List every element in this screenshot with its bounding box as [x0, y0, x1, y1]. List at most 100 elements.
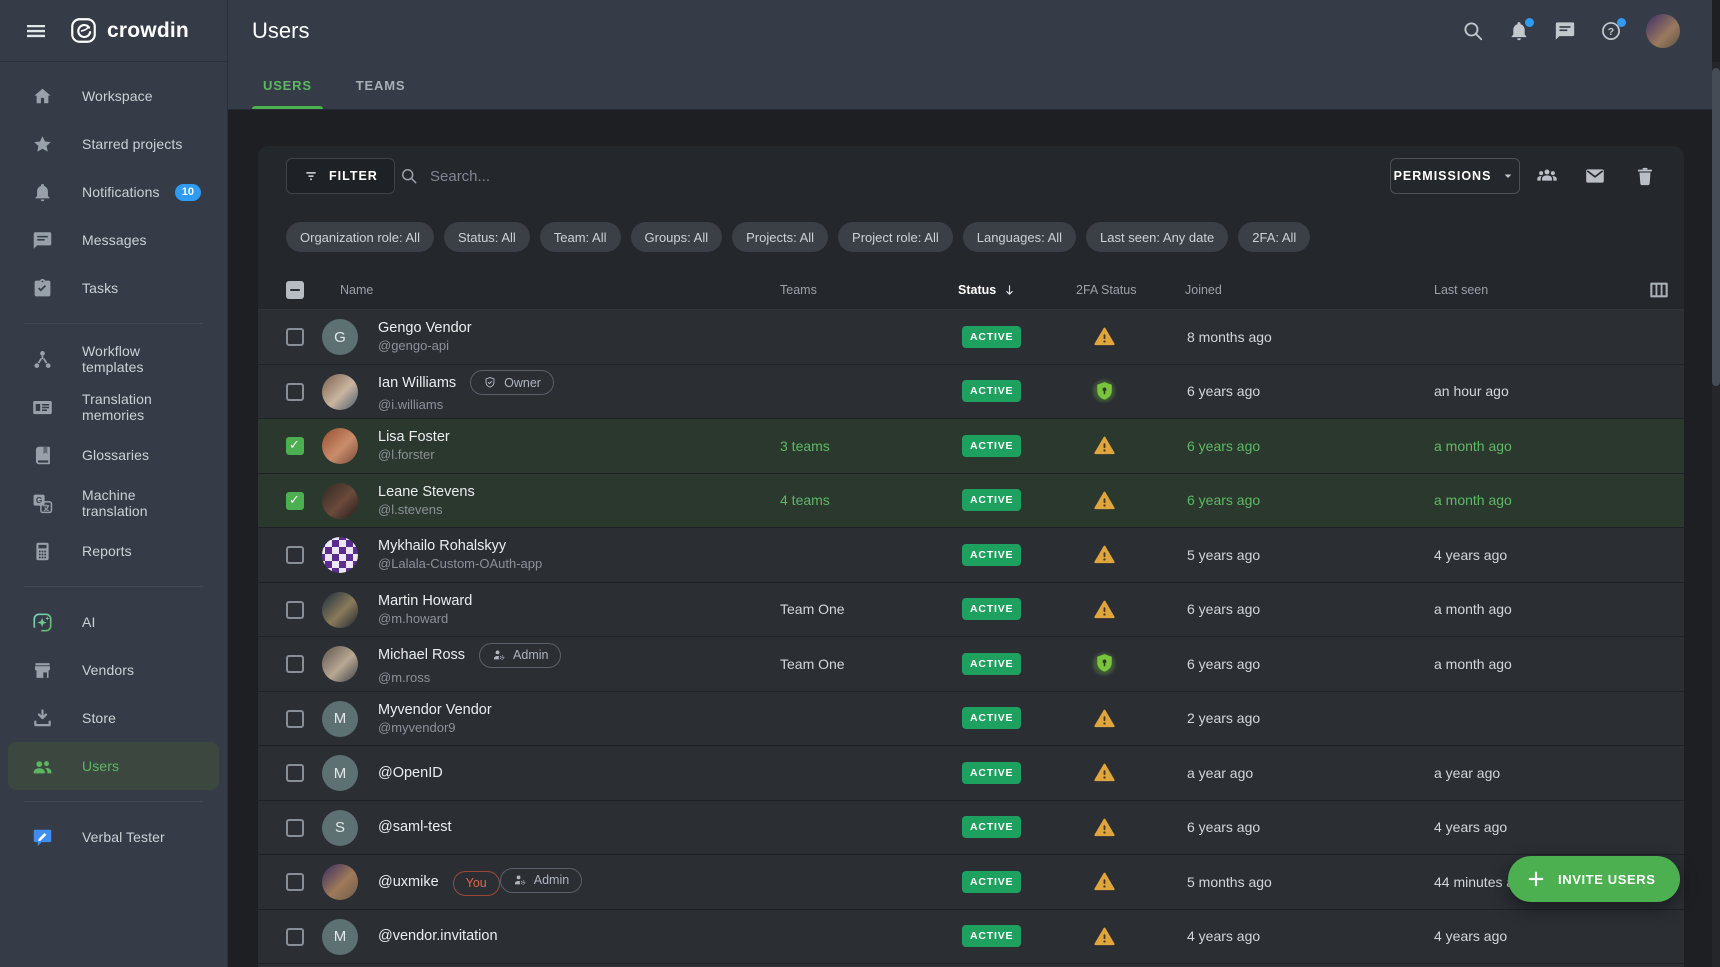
teams-cell[interactable]: 4 teams	[780, 474, 830, 528]
user-name[interactable]: Michael Ross	[378, 647, 465, 663]
user-name[interactable]: Myvendor Vendor	[378, 702, 492, 718]
row-menu-button[interactable]	[1646, 489, 1670, 513]
sidebar-item-verbal-tester[interactable]: Verbal Tester	[0, 813, 227, 861]
row-checkbox[interactable]	[286, 492, 304, 510]
table-row[interactable]: Lisa Foster @l.forster 3 teams ACTIVE 6 …	[258, 419, 1684, 474]
user-name[interactable]: @uxmike	[378, 874, 439, 890]
row-menu-button[interactable]	[1646, 434, 1670, 458]
row-checkbox[interactable]	[286, 655, 304, 673]
column-header-2fa[interactable]: 2FA Status	[1076, 270, 1136, 310]
column-header-status[interactable]: Status	[958, 270, 1017, 310]
teams-cell[interactable]: 3 teams	[780, 419, 830, 473]
sidebar-item-reports[interactable]: Reports	[0, 527, 227, 575]
table-row[interactable]: Ian Williams Owner @i.williams ACTIVE 6 …	[258, 365, 1684, 420]
row-menu-button[interactable]	[1646, 598, 1670, 622]
user-name[interactable]: Mykhailo Rohalskyy	[378, 538, 506, 554]
filter-button[interactable]: FILTER	[286, 158, 395, 194]
row-checkbox[interactable]	[286, 601, 304, 619]
teams-cell[interactable]: Team One	[780, 583, 845, 637]
help-icon[interactable]: ?	[1600, 20, 1622, 42]
tab-teams[interactable]: TEAMS	[345, 62, 417, 109]
row-checkbox[interactable]	[286, 764, 304, 782]
invite-users-button[interactable]: INVITE USERS	[1508, 856, 1680, 902]
filter-chip-languages[interactable]: Languages: All	[963, 222, 1076, 252]
row-checkbox[interactable]	[286, 546, 304, 564]
sidebar-item-users[interactable]: Users	[8, 742, 219, 790]
table-row[interactable]: G Gengo Vendor @gengo-api ACTIVE 8 month…	[258, 310, 1684, 365]
user-name[interactable]: @OpenID	[378, 765, 443, 781]
sidebar-item-messages[interactable]: Messages	[0, 216, 227, 264]
row-menu-button[interactable]	[1646, 925, 1670, 949]
table-row[interactable]: M @vendor.invitation ACTIVE 4 years ago …	[258, 910, 1684, 965]
row-checkbox[interactable]	[286, 437, 304, 455]
column-settings-icon[interactable]	[1648, 279, 1670, 301]
column-header-name[interactable]: Name	[340, 270, 373, 310]
sidebar-item-notifications[interactable]: Notifications 10	[0, 168, 227, 216]
row-checkbox[interactable]	[286, 819, 304, 837]
filter-chip-projects[interactable]: Projects: All	[732, 222, 828, 252]
row-menu-button[interactable]	[1646, 543, 1670, 567]
table-row[interactable]: S @saml-test ACTIVE 6 years ago 4 years …	[258, 801, 1684, 856]
user-name[interactable]: @saml-test	[378, 819, 452, 835]
email-icon[interactable]	[1584, 165, 1606, 187]
table-row[interactable]: @uxmike YouAdmin ACTIVE 5 months ago 44 …	[258, 855, 1684, 910]
search-input[interactable]	[430, 168, 750, 185]
filter-chip-last-seen[interactable]: Last seen: Any date	[1086, 222, 1228, 252]
row-menu-button[interactable]	[1646, 325, 1670, 349]
notifications-bell-icon[interactable]	[1508, 20, 1530, 42]
row-menu-button[interactable]	[1646, 380, 1670, 404]
column-header-teams[interactable]: Teams	[780, 270, 817, 310]
table-row[interactable]: Michael Ross Admin @m.ross Team One ACTI…	[258, 637, 1684, 692]
filter-chip-team[interactable]: Team: All	[540, 222, 621, 252]
sidebar-item-ai[interactable]: AI	[0, 598, 227, 646]
hamburger-menu-icon[interactable]	[24, 19, 48, 43]
tab-users[interactable]: USERS	[252, 62, 323, 109]
row-menu-button[interactable]	[1646, 816, 1670, 840]
column-header-last-seen[interactable]: Last seen	[1434, 270, 1488, 310]
permissions-dropdown[interactable]: PERMISSIONS	[1390, 158, 1520, 194]
user-name[interactable]: Ian Williams	[378, 375, 456, 391]
row-checkbox[interactable]	[286, 328, 304, 346]
user-name[interactable]: Gengo Vendor	[378, 320, 472, 336]
sidebar-item-translation-memories[interactable]: Translation memories	[0, 383, 227, 431]
manage-groups-icon[interactable]	[1536, 165, 1558, 187]
delete-icon[interactable]	[1634, 165, 1656, 187]
messages-icon[interactable]	[1554, 20, 1576, 42]
sidebar-item-store[interactable]: Store	[0, 694, 227, 742]
crowdin-logo[interactable]: crowdin	[70, 17, 189, 44]
table-row[interactable]: Martin Howard @m.howard Team One ACTIVE …	[258, 583, 1684, 638]
filter-chip-organization-role[interactable]: Organization role: All	[286, 222, 434, 252]
sidebar-item-vendors[interactable]: Vendors	[0, 646, 227, 694]
row-checkbox[interactable]	[286, 710, 304, 728]
row-menu-button[interactable]	[1646, 707, 1670, 731]
table-row[interactable]: M Myvendor Vendor @myvendor9 ACTIVE 2 ye…	[258, 692, 1684, 747]
row-menu-button[interactable]	[1646, 761, 1670, 785]
user-name[interactable]: Lisa Foster	[378, 429, 450, 445]
scrollbar-thumb[interactable]	[1712, 68, 1720, 386]
sidebar-item-machine-translation[interactable]: G Machine translation	[0, 479, 227, 527]
sidebar-item-starred-projects[interactable]: Starred projects	[0, 120, 227, 168]
user-name[interactable]: Martin Howard	[378, 593, 472, 609]
row-checkbox[interactable]	[286, 928, 304, 946]
filter-chip-project-role[interactable]: Project role: All	[838, 222, 953, 252]
user-name[interactable]: Leane Stevens	[378, 484, 475, 500]
teams-cell[interactable]: Team One	[780, 637, 845, 691]
table-row[interactable]: M @OpenID ACTIVE a year ago a year ago	[258, 746, 1684, 801]
sidebar-item-tasks[interactable]: Tasks	[0, 264, 227, 312]
table-row[interactable]: Mykhailo Rohalskyy @Lalala-Custom-OAuth-…	[258, 528, 1684, 583]
user-name[interactable]: @vendor.invitation	[378, 928, 498, 944]
column-header-joined[interactable]: Joined	[1185, 270, 1222, 310]
filter-chip-status[interactable]: Status: All	[444, 222, 530, 252]
table-row[interactable]: Leane Stevens @l.stevens 4 teams ACTIVE …	[258, 474, 1684, 529]
search-icon[interactable]	[1462, 20, 1484, 42]
sidebar-item-glossaries[interactable]: Glossaries	[0, 431, 227, 479]
sidebar-item-workflow-templates[interactable]: Workflow templates	[0, 335, 227, 383]
filter-chip-2fa[interactable]: 2FA: All	[1238, 222, 1310, 252]
row-checkbox[interactable]	[286, 873, 304, 891]
user-avatar[interactable]	[1646, 14, 1680, 48]
select-all-checkbox[interactable]	[286, 281, 304, 299]
sidebar-item-workspace[interactable]: Workspace	[0, 72, 227, 120]
row-checkbox[interactable]	[286, 383, 304, 401]
filter-chip-groups[interactable]: Groups: All	[631, 222, 723, 252]
row-menu-button[interactable]	[1646, 652, 1670, 676]
